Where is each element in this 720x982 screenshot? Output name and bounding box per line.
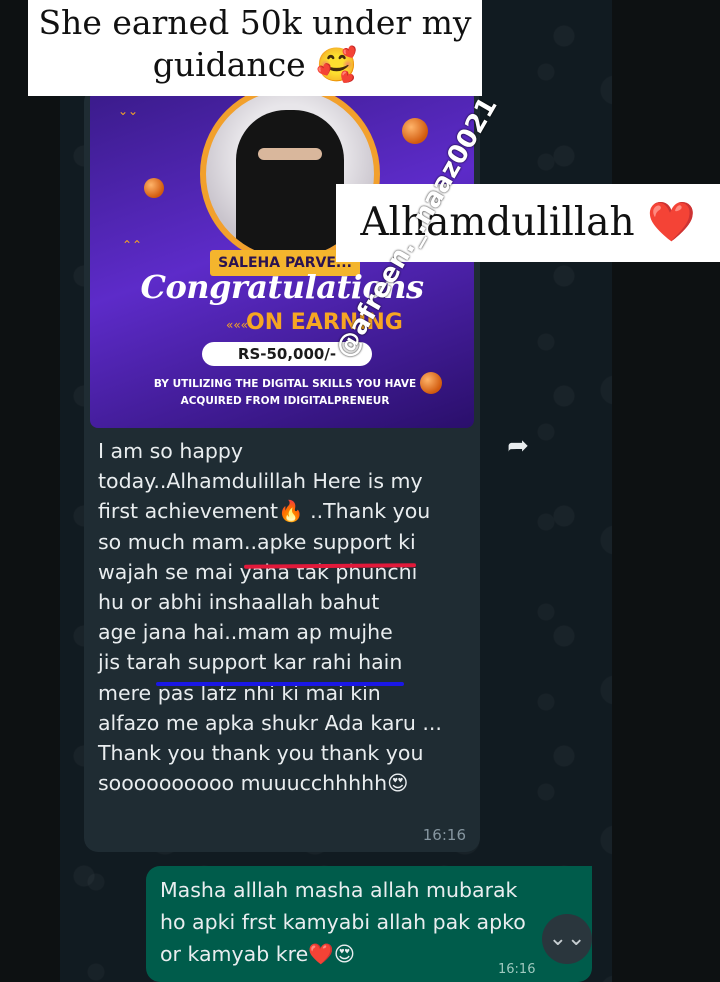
- right-edge: [612, 0, 720, 982]
- decor-arrows-icon: ⌄⌄: [118, 104, 139, 118]
- caption-top: She earned 50k under my guidance 🥰: [28, 0, 482, 96]
- incoming-message-text: I am so happy today..Alhamdulillah Here …: [98, 439, 442, 796]
- chevron-down-icon[interactable]: ⌄⌄: [542, 914, 592, 964]
- decor-orb: [402, 118, 428, 144]
- incoming-message-time: 16:16: [422, 826, 466, 844]
- portrait-face: [258, 148, 322, 160]
- outgoing-message-text: Masha alllah masha allah mubarak ho apki…: [160, 878, 526, 966]
- left-edge: [0, 0, 60, 982]
- heart-icon: ❤️: [647, 200, 696, 245]
- forward-icon[interactable]: ➦: [500, 428, 536, 464]
- decor-orb: [144, 178, 164, 198]
- outgoing-message-bubble[interactable]: Masha alllah masha allah mubarak ho apki…: [146, 866, 592, 982]
- blue-underline: [156, 682, 404, 686]
- poster-note: BY UTILIZING THE DIGITAL SKILLS YOU HAVE…: [153, 378, 417, 407]
- poster-congrats: Congratulations: [140, 268, 424, 306]
- portrait-figure: [236, 110, 344, 258]
- outgoing-message-time: 16:16: [498, 962, 536, 977]
- decor-arrows-icon: ⌃⌃: [122, 238, 143, 252]
- decor-arrows-icon: «««: [226, 318, 249, 332]
